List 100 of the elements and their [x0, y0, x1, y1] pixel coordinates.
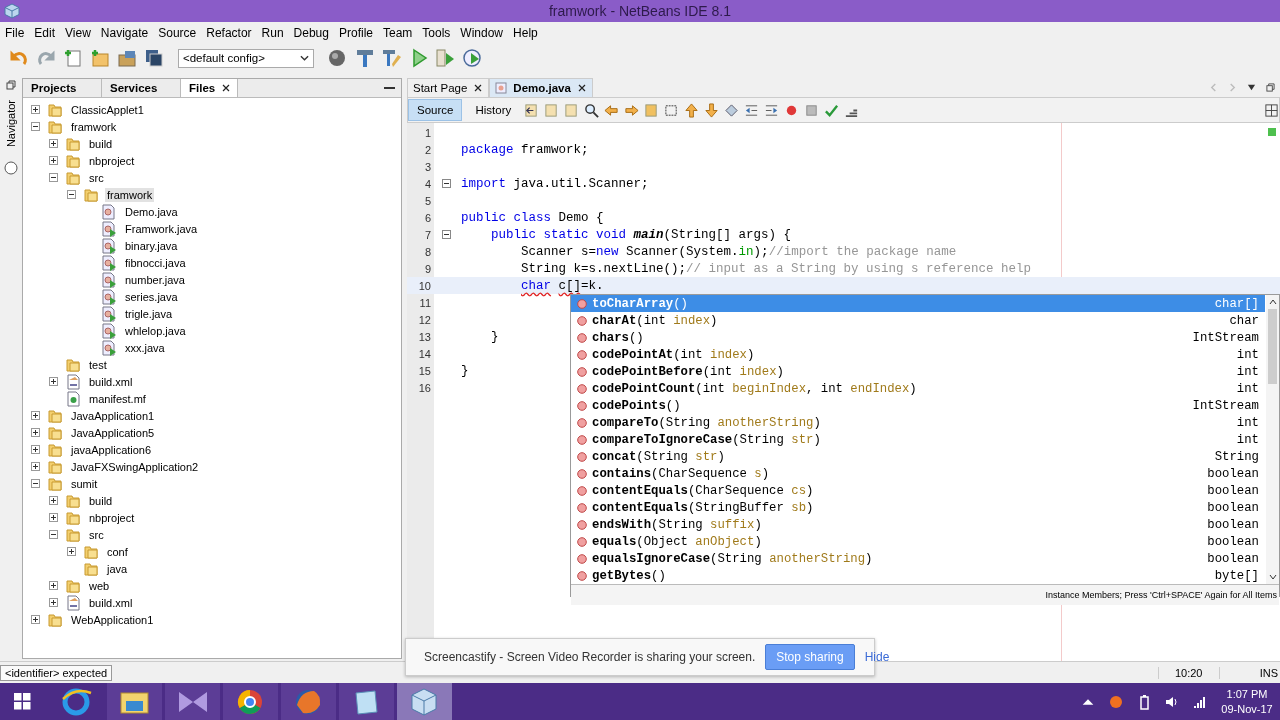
expander-icon[interactable]	[49, 581, 58, 590]
menu-item[interactable]: Tools	[422, 26, 451, 40]
expander-icon[interactable]	[31, 428, 40, 437]
tree-item[interactable]: series.java	[123, 289, 180, 304]
scrollbar[interactable]	[1266, 295, 1279, 584]
restore-icon[interactable]	[6, 80, 16, 90]
tree-item[interactable]: conf	[105, 544, 130, 559]
check-icon[interactable]	[824, 102, 840, 118]
close-icon[interactable]	[576, 83, 587, 93]
expander-icon[interactable]	[49, 496, 58, 505]
menu-item[interactable]: Edit	[34, 26, 56, 40]
globe-icon[interactable]	[281, 683, 336, 720]
menu-item[interactable]: Window	[460, 26, 504, 40]
completion-item[interactable]: compareToIgnoreCase(String str) int	[571, 431, 1265, 448]
expander-icon[interactable]	[49, 598, 58, 607]
hide-link[interactable]: Hide	[864, 650, 890, 664]
completion-item[interactable]: endsWith(String suffix) boolean	[571, 516, 1265, 533]
completion-item[interactable]: codePoints() IntStream	[571, 397, 1265, 414]
tree-item[interactable]: framwork	[69, 119, 119, 134]
expander-icon[interactable]	[31, 411, 40, 420]
dropdown-icon[interactable]	[1247, 83, 1256, 92]
tree-item[interactable]: sumit	[69, 476, 100, 491]
expander-icon[interactable]	[49, 513, 58, 522]
completion-item[interactable]: charAt(int index) char	[571, 312, 1265, 329]
expander-icon[interactable]	[31, 462, 40, 471]
bowtie-icon[interactable]	[165, 683, 220, 720]
close-icon[interactable]	[473, 83, 484, 93]
menu-item[interactable]: Source	[158, 26, 197, 40]
menu-item[interactable]: Team	[383, 26, 413, 40]
down-arrow-icon[interactable]	[704, 102, 720, 118]
panel-tab[interactable]: Files	[181, 79, 239, 97]
completion-item[interactable]: contentEquals(StringBuffer sb) boolean	[571, 499, 1265, 516]
menu-item[interactable]: Refactor	[206, 26, 252, 40]
completion-item[interactable]: codePointBefore(int index) int	[571, 363, 1265, 380]
menu-item[interactable]: Navigate	[100, 26, 149, 40]
tree-item[interactable]: trigle.java	[123, 306, 175, 321]
tree-item[interactable]: web	[87, 578, 112, 593]
minimize-icon[interactable]	[384, 86, 395, 90]
search-icon[interactable]	[584, 102, 600, 118]
tree-item[interactable]: src	[87, 170, 106, 185]
editor-tab[interactable]: Demo.java	[489, 78, 593, 97]
tree-item[interactable]: binary.java	[123, 238, 180, 253]
expander-icon[interactable]	[31, 479, 40, 488]
hammer-broom-icon[interactable]	[381, 47, 403, 69]
expander-icon[interactable]	[67, 547, 76, 556]
expander-icon[interactable]	[31, 445, 40, 454]
tree-item[interactable]: ClassicApplet1	[69, 102, 146, 117]
editor-tab[interactable]: Start Page	[407, 78, 490, 97]
shift-right-icon[interactable]	[764, 102, 780, 118]
cube-icon[interactable]	[4, 3, 20, 19]
tree-item[interactable]: nbproject	[87, 510, 137, 525]
back-icon[interactable]	[524, 102, 540, 118]
tree-item[interactable]: JavaFXSwingApplication2	[69, 459, 201, 474]
tree-item[interactable]: xxx.java	[123, 340, 167, 355]
tree-item[interactable]: nbproject	[87, 153, 137, 168]
compass-icon[interactable]	[4, 161, 18, 176]
completion-item[interactable]: codePointAt(int index) int	[571, 346, 1265, 363]
completion-item[interactable]: compareTo(String anotherString) int	[571, 414, 1265, 431]
expander-icon[interactable]	[49, 530, 58, 539]
ring-logo-icon[interactable]	[223, 683, 278, 720]
tree-item[interactable]: build	[87, 493, 115, 508]
tree-item[interactable]: test	[87, 357, 109, 372]
menu-item[interactable]: Debug	[293, 26, 329, 40]
taskbar-clock[interactable]: 1:07 PM 09-Nov-17	[1214, 686, 1280, 717]
panel-tab[interactable]: Projects	[23, 79, 102, 97]
menu-item[interactable]: Profile	[339, 26, 373, 40]
expander-icon[interactable]	[31, 615, 40, 624]
expander-icon[interactable]	[31, 105, 40, 114]
scroll-down-icon[interactable]	[1268, 574, 1277, 580]
completion-item[interactable]: contains(CharSequence s) boolean	[571, 465, 1265, 482]
cube-icon[interactable]	[397, 683, 452, 720]
tree-item[interactable]: build.xml	[87, 374, 135, 389]
tree-item[interactable]: java	[105, 561, 130, 576]
completion-item[interactable]: equals(Object anObject) boolean	[571, 533, 1265, 550]
tree-item[interactable]: JavaApplication5	[69, 425, 157, 440]
tree-item[interactable]: Demo.java	[123, 204, 180, 219]
split-icon[interactable]	[1264, 102, 1279, 118]
tree-item[interactable]: src	[87, 527, 106, 542]
menu-item[interactable]: Run	[261, 26, 284, 40]
restore-icon[interactable]	[1266, 83, 1275, 92]
close-icon[interactable]	[221, 83, 232, 93]
notepad-icon[interactable]	[339, 683, 394, 720]
tree-item[interactable]: manifest.mf	[87, 391, 148, 406]
profile-icon[interactable]	[462, 47, 484, 69]
scroll-up-icon[interactable]	[1268, 299, 1277, 305]
expander-icon[interactable]	[49, 377, 58, 386]
tree-item[interactable]: Framwork.java	[123, 221, 200, 236]
tree-item[interactable]: whlelop.java	[123, 323, 188, 338]
completion-item[interactable]: equalsIgnoreCase(String anotherString) boolean	[571, 550, 1265, 567]
dropdown-caret-icon[interactable]	[300, 55, 309, 61]
view-tab[interactable]: Source	[408, 99, 463, 121]
menu-item[interactable]: File	[5, 26, 25, 40]
expander-icon[interactable]	[31, 122, 40, 131]
arrow-right-icon[interactable]	[624, 102, 640, 118]
up-arrow-icon[interactable]	[684, 102, 700, 118]
expander-icon[interactable]	[49, 173, 58, 182]
expander-icon[interactable]	[67, 190, 76, 199]
completion-item[interactable]: contentEquals(CharSequence cs) boolean	[571, 482, 1265, 499]
config-dropdown[interactable]: <default config>	[178, 48, 314, 68]
fold-icon[interactable]	[441, 179, 451, 188]
